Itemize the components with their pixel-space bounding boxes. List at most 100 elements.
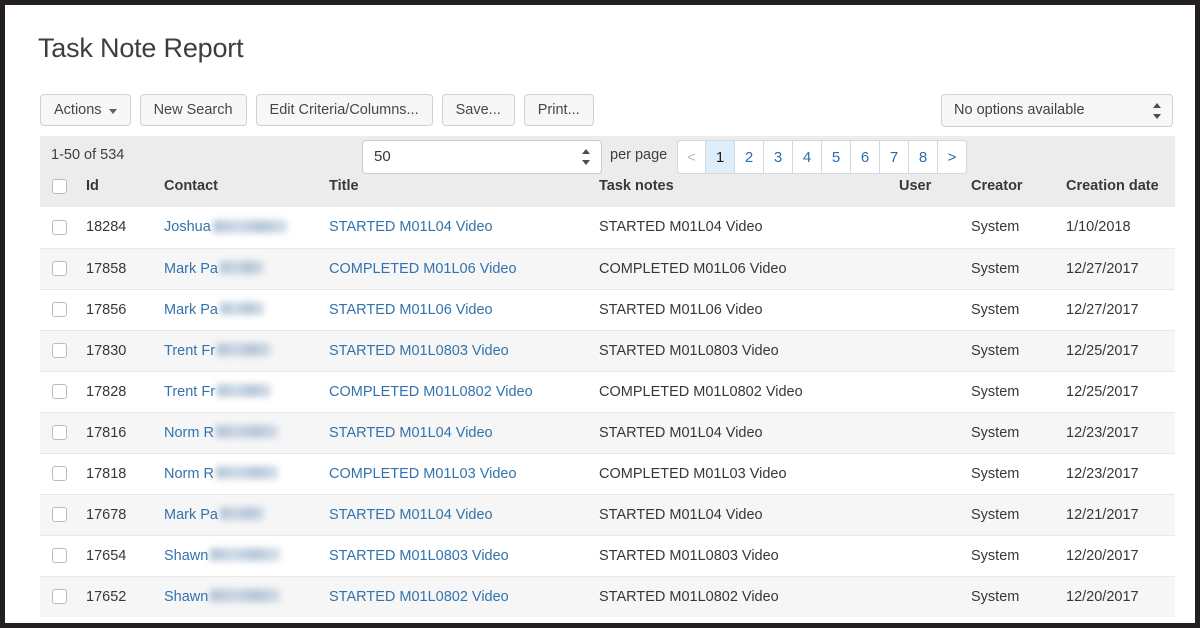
cell-title: STARTED M01L06 Video [329, 288, 599, 330]
cell-id: 18284 [86, 207, 164, 248]
page-button-2[interactable]: 2 [735, 140, 764, 174]
row-checkbox[interactable] [52, 507, 67, 523]
cell-id: 17858 [86, 247, 164, 289]
page-prev-button[interactable]: < [677, 140, 706, 174]
row-checkbox[interactable] [52, 548, 67, 564]
cell-creation-date: 12/25/2017 [1066, 329, 1175, 371]
cell-contact: Mark Pa [164, 247, 329, 289]
cell-creator: System [971, 329, 1066, 371]
title-link[interactable]: STARTED M01L04 Video [329, 507, 493, 523]
row-select-cell [40, 534, 86, 576]
column-header-id[interactable]: Id [86, 178, 164, 207]
page-next-button[interactable]: > [938, 140, 967, 174]
column-header-creator[interactable]: Creator [971, 178, 1066, 207]
row-checkbox[interactable] [52, 384, 67, 400]
contact-link[interactable]: Mark Pa [164, 507, 218, 523]
cell-id: 17678 [86, 493, 164, 535]
report-toolbar: Actions New Search Edit Criteria/Columns… [40, 94, 594, 126]
row-select-cell [40, 493, 86, 535]
pagination-bar: 1-50 of 534 50 per page < 1 2 3 4 5 6 7 … [40, 136, 1175, 178]
page-button-6[interactable]: 6 [851, 140, 880, 174]
save-button[interactable]: Save... [441, 94, 515, 126]
table-row[interactable]: 17678 Mark Pa STARTED M01L04 Video STARTED … [40, 493, 1175, 535]
cell-title: STARTED M01L0803 Video [329, 329, 599, 371]
row-checkbox[interactable] [52, 466, 67, 482]
title-link[interactable]: STARTED M01L04 Video [329, 425, 493, 441]
row-checkbox[interactable] [52, 425, 67, 441]
title-link[interactable]: STARTED M01L0802 Video [329, 589, 509, 605]
table-row[interactable]: 17816 Norm R STARTED M01L04 Video STARTED M… [40, 411, 1175, 453]
cell-id: 17856 [86, 288, 164, 330]
page-button-1[interactable]: 1 [706, 140, 735, 174]
title-link[interactable]: STARTED M01L04 Video [329, 219, 493, 235]
contact-link[interactable]: Mark Pa [164, 302, 218, 318]
cell-user [899, 493, 971, 535]
task-note-table: Id Contact Title Task notes User Creator… [40, 178, 1175, 617]
contact-link[interactable]: Trent Fr [164, 384, 215, 400]
row-checkbox[interactable] [52, 261, 67, 277]
row-checkbox[interactable] [52, 343, 67, 359]
redacted-name-block [215, 466, 278, 480]
row-select-cell [40, 329, 86, 371]
page-button-8[interactable]: 8 [909, 140, 938, 174]
row-checkbox[interactable] [52, 589, 67, 605]
table-row[interactable]: 17830 Trent Fr STARTED M01L0803 Video START… [40, 329, 1175, 371]
contact-link[interactable]: Norm R [164, 425, 214, 441]
cell-id: 17818 [86, 452, 164, 494]
table-row[interactable]: 17818 Norm R COMPLETED M01L03 Video COMPLET… [40, 452, 1175, 494]
edit-criteria-columns-button[interactable]: Edit Criteria/Columns... [255, 94, 433, 126]
contact-link[interactable]: Shawn [164, 589, 208, 605]
page-button-4[interactable]: 4 [793, 140, 822, 174]
cell-creator: System [971, 411, 1066, 453]
cell-title: STARTED M01L0802 Video [329, 575, 599, 617]
new-search-button[interactable]: New Search [139, 94, 247, 126]
cell-task-notes: COMPLETED M01L0802 Video [599, 370, 899, 412]
table-row[interactable]: 18284 Joshua STARTED M01L04 Video STARTED M… [40, 207, 1175, 248]
table-row[interactable]: 17828 Trent Fr COMPLETED M01L0802 Video COM… [40, 370, 1175, 412]
row-checkbox[interactable] [52, 302, 67, 318]
saved-options-select-value: No options available [954, 102, 1085, 118]
contact-link[interactable]: Mark Pa [164, 261, 218, 277]
select-all-checkbox[interactable] [52, 178, 67, 194]
title-link[interactable]: COMPLETED M01L0802 Video [329, 384, 533, 400]
page-title: Task Note Report [38, 33, 244, 63]
page-button-5[interactable]: 5 [822, 140, 851, 174]
actions-button[interactable]: Actions [40, 94, 131, 126]
cell-user [899, 288, 971, 330]
cell-task-notes: COMPLETED M01L03 Video [599, 452, 899, 494]
cell-contact: Trent Fr [164, 329, 329, 371]
cell-creation-date: 12/23/2017 [1066, 411, 1175, 453]
row-select-cell [40, 411, 86, 453]
cell-title: STARTED M01L0803 Video [329, 534, 599, 576]
column-header-task-notes[interactable]: Task notes [599, 178, 899, 207]
title-link[interactable]: STARTED M01L0803 Video [329, 343, 509, 359]
table-row[interactable]: 17858 Mark Pa COMPLETED M01L06 Video COMPLE… [40, 247, 1175, 289]
contact-link[interactable]: Norm R [164, 466, 214, 482]
cell-creation-date: 12/27/2017 [1066, 247, 1175, 289]
column-header-contact[interactable]: Contact [164, 178, 329, 207]
page-button-7[interactable]: 7 [880, 140, 909, 174]
saved-options-select[interactable]: No options available [941, 94, 1173, 127]
page-button-3[interactable]: 3 [764, 140, 793, 174]
table-row[interactable]: 17654 Shawn STARTED M01L0803 Video STARTED … [40, 534, 1175, 576]
cell-creator: System [971, 370, 1066, 412]
row-checkbox[interactable] [52, 219, 67, 235]
per-page-select[interactable]: 50 [362, 140, 602, 174]
cell-creation-date: 12/21/2017 [1066, 493, 1175, 535]
table-row[interactable]: 17652 Shawn STARTED M01L0802 Video STARTED … [40, 575, 1175, 617]
contact-link[interactable]: Shawn [164, 548, 208, 564]
column-header-user[interactable]: User [899, 178, 971, 207]
title-link[interactable]: COMPLETED M01L06 Video [329, 261, 517, 277]
column-header-creation-date[interactable]: Creation date [1066, 178, 1175, 207]
contact-link[interactable]: Joshua [164, 219, 211, 235]
title-link[interactable]: STARTED M01L06 Video [329, 302, 493, 318]
app-window: Task Note Report Actions New Search Edit… [5, 5, 1195, 623]
cell-creation-date: 12/25/2017 [1066, 370, 1175, 412]
print-button[interactable]: Print... [523, 94, 594, 126]
title-link[interactable]: STARTED M01L0803 Video [329, 548, 509, 564]
contact-link[interactable]: Trent Fr [164, 343, 215, 359]
table-row[interactable]: 17856 Mark Pa STARTED M01L06 Video STARTED … [40, 288, 1175, 330]
actions-button-label: Actions [54, 102, 102, 118]
column-header-title[interactable]: Title [329, 178, 599, 207]
title-link[interactable]: COMPLETED M01L03 Video [329, 466, 517, 482]
